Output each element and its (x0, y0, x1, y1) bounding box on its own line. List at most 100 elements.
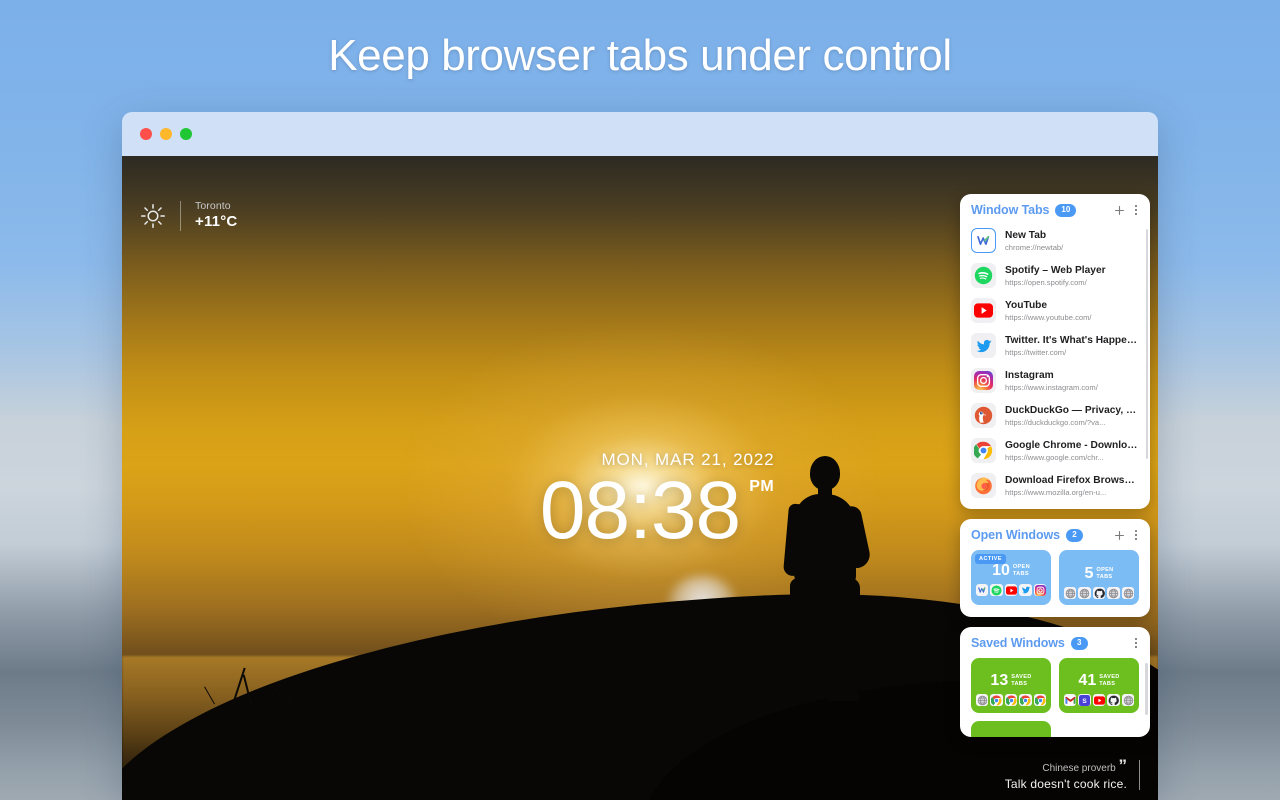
window-card[interactable]: 5 OPEN TABS (1059, 550, 1139, 605)
minimize-window-button[interactable] (160, 128, 172, 140)
instagram-icon (971, 368, 996, 393)
tab-title: New Tab (1005, 229, 1047, 241)
table-row[interactable]: Twitter. It's What's Happening / ... htt… (960, 328, 1150, 363)
tab-url: https://twitter.com/ (1005, 347, 1067, 357)
extension-panels: Window Tabs 10 New Tab chrome://newtab/ … (960, 194, 1150, 737)
tab-url: https://www.mozilla.org/en-u... (1005, 487, 1107, 497)
saved-windows-scrollbar[interactable] (1145, 663, 1148, 715)
panel-saved-windows-title: Saved Windows (971, 636, 1065, 650)
table-row[interactable]: Spotify – Web Player https://open.spotif… (960, 258, 1150, 293)
weather-city: Toronto (195, 200, 231, 212)
browser-titlebar (122, 112, 1158, 156)
table-row[interactable]: YouTube https://www.youtube.com/ (960, 293, 1150, 328)
tab-url: chrome://newtab/ (1005, 242, 1064, 252)
panel-open-windows: Open Windows 2 ACTIVE 10 OPEN TABS 5 OPE… (960, 519, 1150, 617)
panel-open-windows-title: Open Windows (971, 528, 1060, 542)
new-tab-page: Toronto +11°C MON, MAR 21, 2022 08:38 PM… (122, 156, 1158, 800)
window-card[interactable]: 41 SAVED TABS S (1059, 658, 1139, 713)
table-row[interactable]: Download Firefox Browser — Fas... https:… (960, 468, 1150, 503)
window-card-unit-1: OPEN (1096, 567, 1114, 574)
youtube-icon (1004, 583, 1018, 597)
tab-title: Spotify – Web Player (1005, 264, 1106, 276)
panel-window-tabs-count: 10 (1055, 203, 1077, 217)
window-tabs-scrollbar[interactable] (1145, 229, 1148, 459)
globe-icon (1107, 586, 1120, 600)
spotify-icon (971, 263, 996, 288)
youtube-icon (1092, 693, 1106, 707)
spotify-icon (990, 583, 1003, 597)
gmail-icon (1063, 693, 1077, 707)
table-row[interactable]: Instagram https://www.instagram.com/ (960, 363, 1150, 398)
chrome-icon (971, 438, 996, 463)
chrome-icon (990, 693, 1003, 707)
table-row[interactable]: DuckDuckGo — Privacy, Simplifi... https:… (960, 398, 1150, 433)
weather-divider (180, 200, 181, 231)
sun-icon (140, 203, 166, 229)
window-tabs-list[interactable]: New Tab chrome://newtab/ Spotify – Web P… (960, 223, 1150, 509)
window-card-unit-2: TABS (1011, 680, 1028, 687)
tab-url: https://www.instagram.com/ (1005, 382, 1098, 392)
saved-windows-grid: 13 SAVED TABS 41 SAVED TABS S (960, 656, 1150, 737)
tab-url: https://www.google.com/chr... (1005, 452, 1104, 462)
window-card[interactable]: 11 SAVED TABS (971, 721, 1051, 737)
zoom-window-button[interactable] (180, 128, 192, 140)
window-card-unit-2: TABS (1096, 573, 1113, 580)
tab-title: Download Firefox Browser — Fas... (1005, 474, 1140, 486)
twitter-icon (971, 333, 996, 358)
globe-icon (1121, 586, 1135, 600)
table-row[interactable]: Google Chrome - Download The ... https:/… (960, 433, 1150, 468)
panel-open-windows-header: Open Windows 2 (960, 519, 1150, 548)
slack-icon: S (1078, 693, 1091, 707)
panel-window-tabs-header: Window Tabs 10 (960, 194, 1150, 223)
table-row[interactable]: New Tab chrome://newtab/ (960, 223, 1150, 258)
open-windows-grid: ACTIVE 10 OPEN TABS 5 OPEN TABS (960, 548, 1150, 617)
panel-open-windows-count: 2 (1065, 528, 1083, 542)
window-card-unit-2: TABS (1099, 680, 1116, 687)
instagram-icon (1033, 583, 1047, 597)
add-tab-button[interactable] (1114, 205, 1125, 216)
panel-saved-windows: Saved Windows 3 13 SAVED TABS 41 SAVED T… (960, 627, 1150, 737)
workona-icon (975, 583, 989, 597)
open-windows-menu-button[interactable] (1134, 529, 1138, 541)
window-tabs-menu-button[interactable] (1134, 204, 1138, 216)
panel-window-tabs-title: Window Tabs (971, 203, 1050, 217)
globe-icon (1078, 586, 1091, 600)
youtube-icon (971, 298, 996, 323)
tab-title: DuckDuckGo — Privacy, Simplifi... (1005, 404, 1140, 416)
chrome-icon (1019, 693, 1032, 707)
browser-window: Toronto +11°C MON, MAR 21, 2022 08:38 PM… (122, 112, 1158, 800)
github-icon (1107, 693, 1120, 707)
panel-saved-windows-header: Saved Windows 3 (960, 627, 1150, 656)
globe-icon (1121, 693, 1135, 707)
quote-author: Chinese proverb (1042, 763, 1116, 774)
globe-icon (1063, 586, 1077, 600)
twitter-icon (1019, 583, 1032, 597)
github-icon (1092, 586, 1106, 600)
tab-title: Twitter. It's What's Happening / ... (1005, 334, 1140, 346)
weather-widget[interactable]: Toronto +11°C (140, 200, 237, 231)
wallpaper-person-silhouette (758, 456, 878, 704)
add-window-button[interactable] (1114, 530, 1125, 541)
tab-title: Google Chrome - Download The ... (1005, 439, 1140, 451)
window-card[interactable]: ACTIVE 10 OPEN TABS (971, 550, 1051, 605)
panel-window-tabs: Window Tabs 10 New Tab chrome://newtab/ … (960, 194, 1150, 509)
window-card-unit-1: SAVED (1099, 674, 1120, 681)
window-card-unit-2: TABS (1012, 570, 1029, 577)
quote-mark-icon: ” (1118, 756, 1128, 775)
workona-icon (971, 228, 996, 253)
window-card-count: 10 (992, 561, 1010, 579)
page-root: Keep browser tabs under control Toronto … (0, 0, 1280, 800)
saved-windows-menu-button[interactable] (1134, 637, 1138, 649)
window-card-unit-1: OPEN (1012, 564, 1030, 571)
weather-temperature: +11°C (195, 213, 238, 230)
window-card[interactable]: 13 SAVED TABS (971, 658, 1051, 713)
close-window-button[interactable] (140, 128, 152, 140)
window-card-unit-1: SAVED (1011, 674, 1032, 681)
globe-icon (975, 693, 989, 707)
firefox-icon (971, 473, 996, 498)
panel-saved-windows-count: 3 (1070, 636, 1088, 650)
window-card-count: 13 (990, 671, 1009, 689)
tab-title: Instagram (1005, 369, 1054, 381)
quote-text: Talk doesn't cook rice. (1004, 777, 1127, 791)
status-badge: ACTIVE (975, 554, 1006, 564)
